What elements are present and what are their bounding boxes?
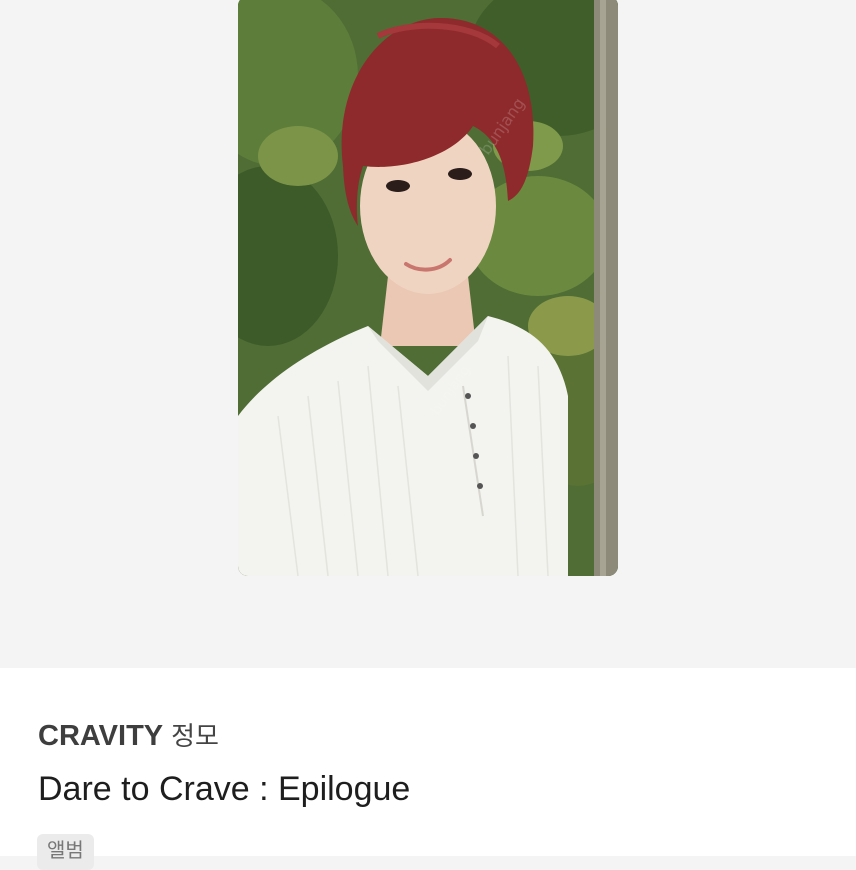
- photo-viewer: bunjang bunjang: [0, 0, 856, 668]
- photocard-image[interactable]: bunjang bunjang: [238, 0, 618, 576]
- artist-member-line: CRAVITY 정모: [38, 718, 219, 755]
- photocard-illustration: bunjang bunjang: [238, 0, 618, 576]
- album-title: Dare to Crave : Epilogue: [38, 770, 411, 808]
- artist-name: CRAVITY: [38, 720, 164, 752]
- member-name: 정모: [171, 722, 219, 752]
- category-tag[interactable]: 앨범: [37, 834, 94, 870]
- item-info-panel: [0, 668, 856, 856]
